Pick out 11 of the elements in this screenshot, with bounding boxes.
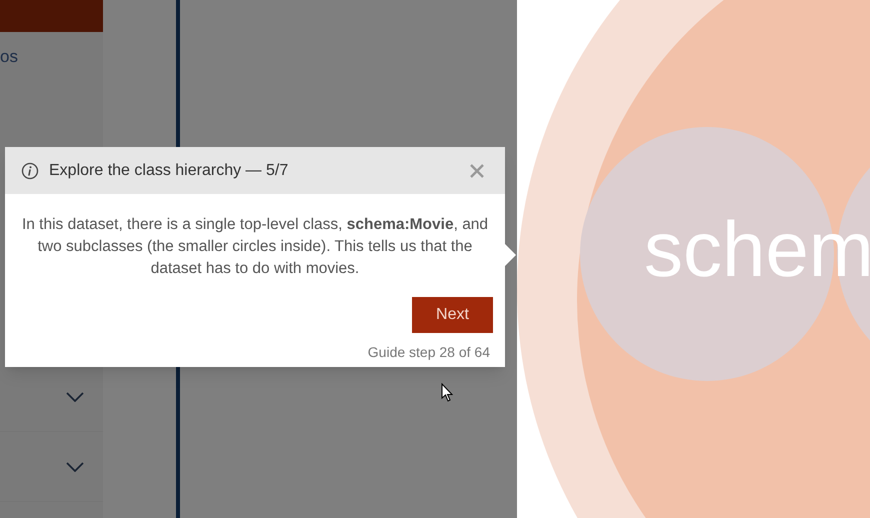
sidebar-label: os — [0, 46, 19, 68]
step-counter: Guide step 28 of 64 — [368, 343, 490, 362]
close-button[interactable] — [469, 162, 487, 180]
info-icon — [21, 162, 39, 180]
mouse-pointer-icon — [441, 383, 454, 402]
circle-label: schem — [644, 205, 870, 293]
popup-message: In this dataset, there is a single top-level class, schema:Movie, and two subclasses (the smaller circles inside). This tells us that the dataset has to do with movies. — [20, 215, 490, 279]
next-button[interactable]: Next — [412, 297, 493, 333]
chevron-icon[interactable] — [66, 462, 84, 472]
popup-title: Explore the class hierarchy — 5/7 — [49, 160, 290, 180]
chevron-icon[interactable] — [66, 392, 84, 402]
